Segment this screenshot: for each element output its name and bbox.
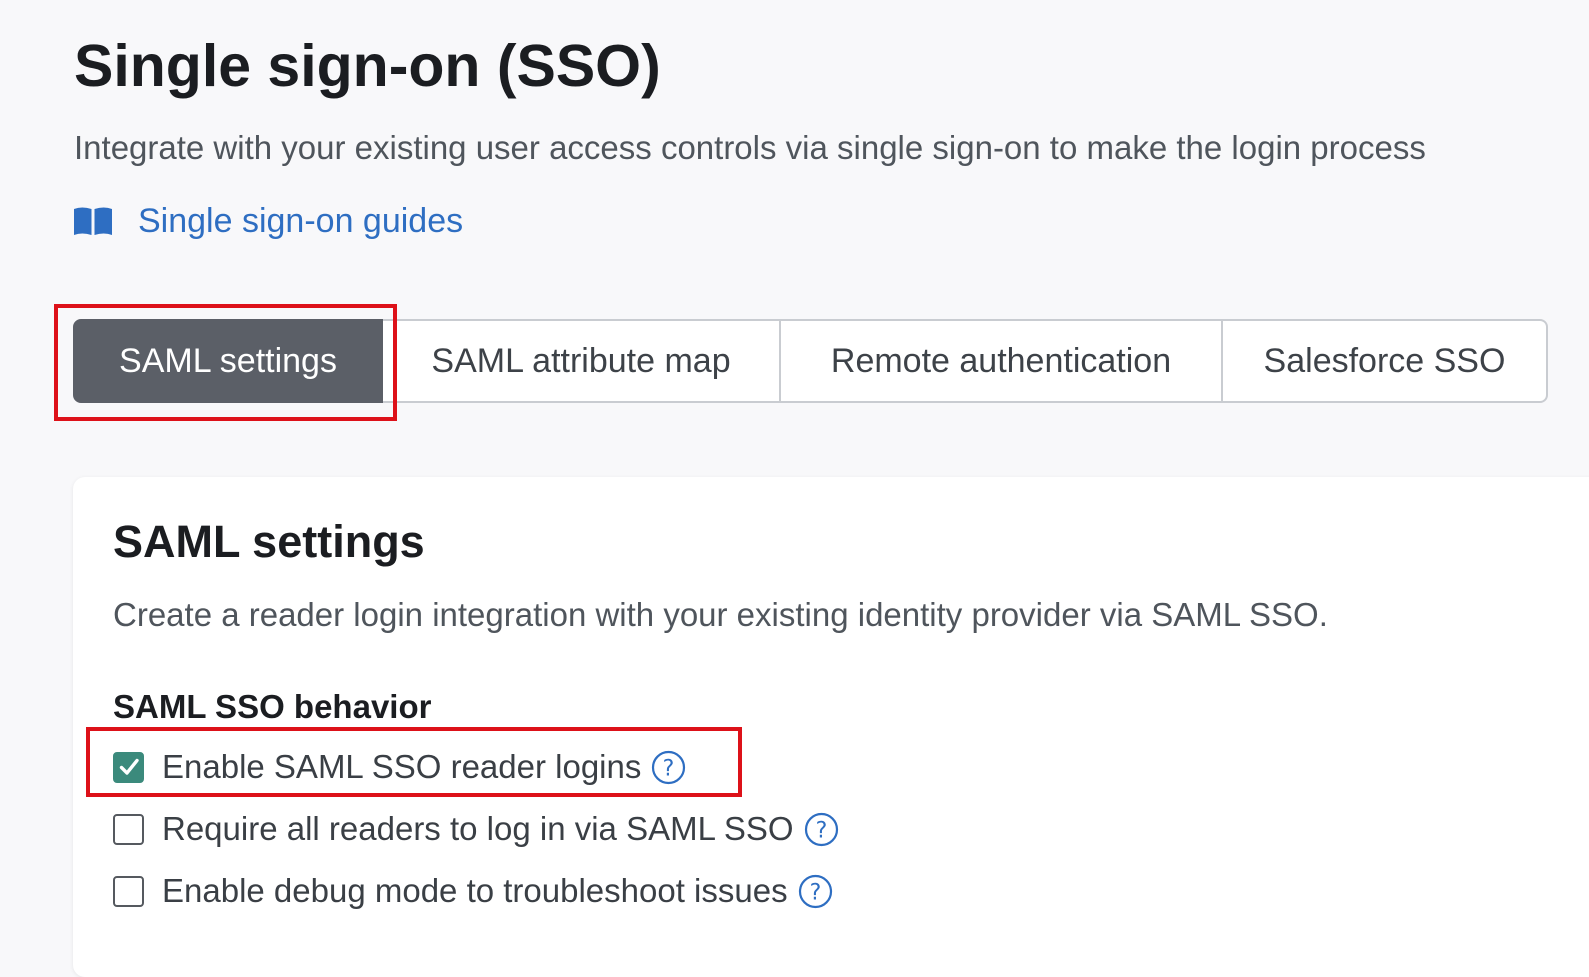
svg-text:?: ? <box>815 818 827 843</box>
svg-text:?: ? <box>663 756 675 781</box>
tab-salesforce-sso[interactable]: Salesforce SSO <box>1223 319 1548 403</box>
page-title: Single sign-on (SSO) <box>74 33 661 99</box>
card-description: Create a reader login integration with y… <box>113 596 1328 633</box>
enable-saml-sso-label[interactable]: Enable SAML SSO reader logins <box>162 745 641 789</box>
option-require-saml-sso: Require all readers to log in via SAML S… <box>113 805 839 853</box>
enable-debug-mode-label[interactable]: Enable debug mode to troubleshoot issues <box>162 869 788 913</box>
svg-text:?: ? <box>809 880 821 905</box>
require-saml-sso-checkbox[interactable] <box>113 813 144 845</box>
sso-guides-link[interactable]: Single sign-on guides <box>72 198 463 244</box>
help-circle-icon[interactable]: ? <box>804 812 839 847</box>
option-enable-saml-sso-logins: Enable SAML SSO reader logins ? <box>113 743 686 791</box>
sso-guides-link-text: Single sign-on guides <box>138 201 464 240</box>
saml-sso-behavior-heading: SAML SSO behavior <box>113 688 432 725</box>
check-icon <box>119 758 139 775</box>
help-circle-icon[interactable]: ? <box>798 874 833 909</box>
card-title: SAML settings <box>113 516 425 567</box>
tab-remote-authentication[interactable]: Remote authentication <box>781 319 1223 403</box>
enable-saml-sso-checkbox[interactable] <box>113 751 144 783</box>
saml-settings-card: SAML settings Create a reader login inte… <box>73 477 1589 977</box>
tab-saml-settings[interactable]: SAML settings <box>73 319 383 403</box>
tab-saml-attribute-map[interactable]: SAML attribute map <box>383 319 781 403</box>
enable-debug-mode-checkbox[interactable] <box>113 875 144 907</box>
require-saml-sso-label[interactable]: Require all readers to log in via SAML S… <box>162 807 794 851</box>
sso-tabs: SAML settings SAML attribute map Remote … <box>73 319 1548 403</box>
page-description: Integrate with your existing user access… <box>74 129 1426 166</box>
book-icon <box>74 207 112 235</box>
option-enable-debug-mode: Enable debug mode to troubleshoot issues… <box>113 867 833 915</box>
help-circle-icon[interactable]: ? <box>651 750 686 785</box>
